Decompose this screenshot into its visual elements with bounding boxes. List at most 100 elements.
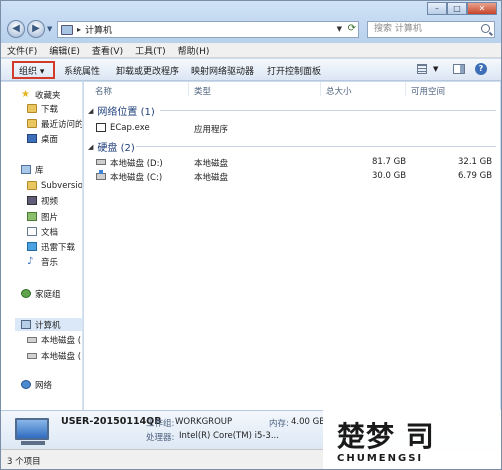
desktop-icon [27, 134, 37, 143]
workgroup-label: 工作组: [146, 419, 175, 429]
nav-label: 视频 [41, 196, 59, 207]
collapse-triangle-icon[interactable]: ◢ [88, 143, 93, 151]
nav-label: 网络 [35, 380, 53, 391]
memory-value: 4.00 GB [291, 417, 326, 427]
group-hard-disks[interactable]: ◢ 硬盘 (2) [88, 139, 135, 155]
group-label: 硬盘 (2) [97, 143, 135, 154]
list-item[interactable]: ECap.exe 应用程序 [84, 122, 500, 135]
column-divider[interactable] [405, 82, 406, 96]
nav-recent[interactable]: 最近访问的 [27, 117, 83, 130]
close-button[interactable]: ✕ [467, 2, 497, 15]
content-pane: 名称 类型 总大小 可用空间 ◢ 网络位置 (1) ECap.exe 应用程序 … [84, 82, 500, 410]
nav-thunder-downloads[interactable]: 迅雷下载 [27, 240, 75, 253]
breadcrumb-chevron-icon[interactable]: ▸ [77, 25, 81, 34]
drive-icon [96, 159, 106, 165]
collapse-triangle-icon[interactable]: ◢ [88, 107, 93, 115]
memory-label: 内存: [269, 419, 289, 429]
address-dropdown-icon[interactable]: ▼ [337, 25, 342, 33]
star-icon: ★ [21, 89, 30, 100]
search-placeholder: 搜索 计算机 [374, 24, 422, 34]
nav-label: 音乐 [41, 257, 59, 268]
view-options-icon[interactable] [417, 64, 427, 74]
item-name: 本地磁盘 (D:) [110, 159, 163, 169]
column-divider[interactable] [320, 82, 321, 96]
watermark: 楚梦 司 CHUMENGSI [323, 409, 501, 469]
nav-label: 收藏夹 [35, 90, 61, 101]
column-free-space[interactable]: 可用空间 [411, 85, 445, 97]
preview-pane-icon[interactable] [453, 64, 465, 74]
computer-icon [61, 24, 73, 35]
menu-tools[interactable]: 工具(T) [129, 44, 172, 57]
document-icon [27, 227, 37, 236]
item-type: 本地磁盘 [194, 159, 229, 169]
nav-videos[interactable]: 视频 [27, 194, 58, 207]
nav-documents[interactable]: 文档 [27, 225, 58, 238]
column-divider[interactable] [188, 82, 189, 96]
column-total-size[interactable]: 总大小 [326, 85, 352, 97]
help-icon[interactable]: ? [475, 63, 487, 75]
library-icon [21, 165, 31, 174]
item-total-size: 81.7 GB [372, 157, 407, 167]
picture-icon [27, 212, 37, 221]
menu-help[interactable]: 帮助(H) [172, 44, 216, 57]
nav-homegroup[interactable]: 家庭组 [21, 287, 61, 300]
nav-music[interactable]: ♪ 音乐 [27, 255, 58, 268]
nav-libraries[interactable]: 库 [21, 163, 44, 176]
column-name[interactable]: 名称 [95, 85, 112, 97]
group-label: 网络位置 (1) [97, 107, 155, 118]
nav-label: 家庭组 [35, 289, 61, 300]
column-type[interactable]: 类型 [194, 85, 211, 97]
system-properties-button[interactable]: 系统属性 [64, 64, 100, 77]
nav-drive-d[interactable]: 本地磁盘 ( [27, 333, 81, 346]
refresh-icon[interactable]: ⟳ [348, 23, 356, 34]
maximize-button[interactable]: □ [447, 2, 467, 15]
item-free-space: 6.79 GB [458, 171, 493, 181]
processor-value: Intel(R) Core(TM) i5-3... [179, 431, 279, 441]
nav-desktop[interactable]: 桌面 [27, 132, 58, 145]
forward-button[interactable]: ▶ [27, 20, 45, 38]
organize-button[interactable]: 组织 ▾ [19, 64, 44, 77]
list-item[interactable]: 本地磁盘 (C:) 本地磁盘 30.0 GB 6.79 GB [84, 170, 500, 183]
video-icon [27, 196, 37, 205]
nav-favorites[interactable]: ★ 收藏夹 [21, 88, 61, 101]
map-network-drive-button[interactable]: 映射网络驱动器 [191, 64, 254, 77]
application-icon [96, 123, 106, 132]
nav-computer[interactable]: 计算机 [15, 318, 82, 331]
explorer-window: ◀ ▶ ▼ ▸ 计算机 ▼ ⟳ 搜索 计算机 – □ ✕ 文件(F) 编辑(E)… [0, 0, 502, 470]
item-total-size: 30.0 GB [372, 171, 407, 181]
nav-pictures[interactable]: 图片 [27, 210, 58, 223]
menu-edit[interactable]: 编辑(E) [43, 44, 86, 57]
nav-label: 本地磁盘 ( [41, 351, 82, 362]
view-dropdown-icon[interactable]: ▼ [433, 65, 438, 73]
navigation-pane: ★ 收藏夹 下载 最近访问的 桌面 库 Subversion 视频 [1, 82, 83, 410]
nav-network[interactable]: 网络 [21, 378, 52, 391]
menu-file[interactable]: 文件(F) [1, 44, 43, 57]
address-bar[interactable]: ▸ 计算机 ▼ ⟳ [57, 21, 359, 38]
drive-icon [27, 352, 37, 359]
nav-label: 计算机 [35, 320, 61, 331]
watermark-text: CHUMENGSI [337, 453, 424, 464]
search-input[interactable]: 搜索 计算机 [367, 21, 495, 38]
music-icon: ♪ [27, 256, 34, 267]
open-control-panel-button[interactable]: 打开控制面板 [267, 64, 321, 77]
address-text: 计算机 [85, 26, 113, 36]
processor-label: 处理器: [146, 433, 175, 443]
list-item[interactable]: 本地磁盘 (D:) 本地磁盘 81.7 GB 32.1 GB [84, 156, 500, 169]
uninstall-program-button[interactable]: 卸载或更改程序 [116, 64, 179, 77]
title-bar: ◀ ▶ ▼ ▸ 计算机 ▼ ⟳ 搜索 计算机 – □ ✕ [1, 1, 501, 43]
item-type: 本地磁盘 [194, 173, 229, 183]
nav-subversion[interactable]: Subversion [27, 179, 82, 192]
drive-icon [27, 336, 37, 343]
history-dropdown-icon[interactable]: ▼ [47, 25, 52, 33]
nav-downloads[interactable]: 下载 [27, 102, 58, 115]
menu-view[interactable]: 查看(V) [86, 44, 129, 57]
search-icon[interactable] [481, 24, 490, 33]
minimize-button[interactable]: – [427, 2, 447, 15]
computer-stand [21, 441, 45, 445]
group-network-locations[interactable]: ◢ 网络位置 (1) [88, 103, 155, 119]
nav-label: 最近访问的 [41, 119, 83, 130]
back-button[interactable]: ◀ [7, 20, 25, 38]
computer-icon [21, 320, 31, 329]
nav-drive-c[interactable]: 本地磁盘 ( [27, 349, 81, 362]
thunder-icon [27, 242, 37, 251]
